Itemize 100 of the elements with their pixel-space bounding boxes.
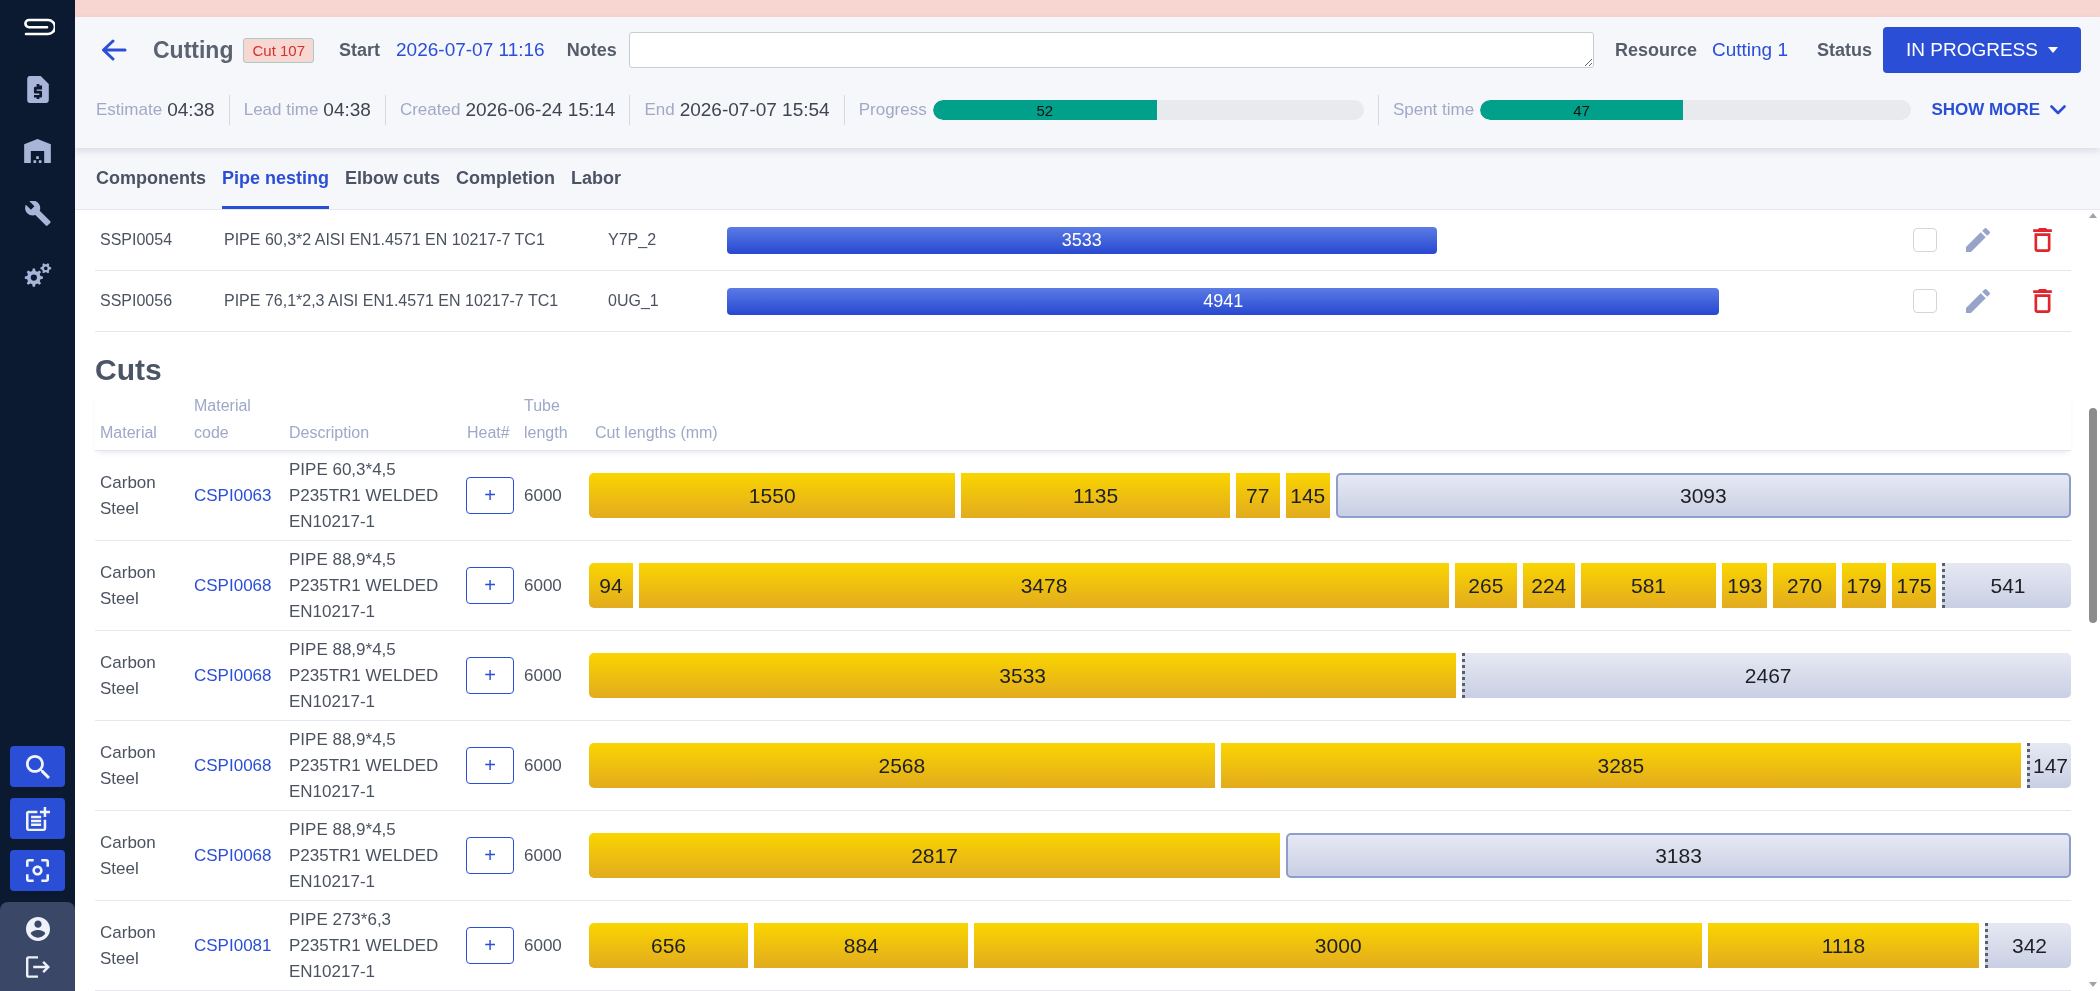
field-label: Notes <box>566 39 617 61</box>
cut-segment: 3000 <box>974 923 1702 968</box>
material-code-link[interactable]: CSPI0068 <box>194 572 272 599</box>
material-name: Carbon Steel <box>100 651 156 700</box>
account-icon[interactable] <box>25 917 50 941</box>
pipe-description: PIPE 76,1*2,3 AISI EN1.4571 EN 10217-7 TC1 <box>224 292 559 310</box>
trash-icon[interactable] <box>2033 289 2052 313</box>
tab[interactable]: Components <box>96 148 206 209</box>
add-heat-button[interactable]: + <box>466 567 514 604</box>
tube-length: 6000 <box>524 484 562 507</box>
pipe-description: PIPE 273*6,3 P235TR1 WELDED EN10217-1 <box>289 908 440 983</box>
dollar-document-icon[interactable] <box>26 75 49 103</box>
progress-reading: 52 <box>1036 101 1054 119</box>
pipe-description: PIPE 88,9*4,5 P235TR1 WELDED EN10217-1 <box>289 638 440 713</box>
cut-segment: 145 <box>1285 473 1330 518</box>
cut-segment: 77 <box>1235 473 1280 518</box>
cut-segment: 581 <box>1580 563 1717 608</box>
material-code-link[interactable]: CSPI0081 <box>194 932 272 959</box>
offcut-segment: 541 <box>1942 563 2071 608</box>
caret-icon <box>2048 47 2058 53</box>
tube-length: 6000 <box>524 664 562 687</box>
job-badge: Cut 107 <box>243 37 314 63</box>
cut-segment: 3478 <box>639 563 1449 608</box>
material-code-link[interactable]: CSPI0068 <box>194 752 272 779</box>
cut-segment: 224 <box>1522 563 1575 608</box>
offcut-segment: 147 <box>2027 743 2071 788</box>
warehouse-icon[interactable] <box>24 139 51 163</box>
tab[interactable]: Pipe nesting <box>222 148 329 209</box>
resource-link[interactable]: Cutting 1 <box>1711 39 1788 61</box>
cut-segment: 94 <box>589 563 633 608</box>
remnant-segment: 3183 <box>1286 833 2071 878</box>
column-header: Tube length <box>524 396 569 443</box>
cut-segment: 3533 <box>589 653 1457 698</box>
arrow-left-icon[interactable] <box>100 39 127 61</box>
detail-label: Created <box>399 100 461 120</box>
add-heat-button[interactable]: + <box>466 927 514 964</box>
detail-value: 04:38 <box>167 99 215 121</box>
add-heat-button[interactable]: + <box>466 477 514 514</box>
row-checkbox[interactable] <box>1913 228 1937 252</box>
column-header: Description <box>289 423 370 443</box>
detail-label: Lead time <box>243 100 319 120</box>
scrollbar-thumb[interactable] <box>2088 408 2097 623</box>
start-date: 2026-07-07 11:16 <box>396 39 545 61</box>
page-title: Cutting <box>153 36 234 64</box>
material-code-link[interactable]: CSPI0063 <box>194 482 272 509</box>
material-name: Carbon Steel <box>100 471 156 520</box>
material-name: Carbon Steel <box>100 921 156 970</box>
trash-icon[interactable] <box>2033 228 2052 252</box>
cut-segment: 265 <box>1455 563 1517 608</box>
field-label: Resource <box>1614 39 1697 61</box>
column-header: Cut lengths (mm) <box>595 423 718 443</box>
field-label: Status <box>1817 39 1872 61</box>
new-note-button[interactable] <box>10 798 65 839</box>
length-bar: 4941 <box>727 287 1720 315</box>
add-heat-button[interactable]: + <box>466 657 514 694</box>
scan-icon <box>26 859 49 882</box>
cut-segment: 656 <box>589 923 749 968</box>
document-plus-icon <box>25 806 50 831</box>
add-heat-button[interactable]: + <box>466 837 514 874</box>
material-code-link[interactable]: CSPI0068 <box>194 662 272 689</box>
logout-icon[interactable] <box>25 956 50 978</box>
chevron-down-icon <box>2050 105 2066 115</box>
status-dropdown[interactable]: IN PROGRESS <box>1883 27 2081 73</box>
cut-segment: 884 <box>754 923 969 968</box>
tab[interactable]: Elbow cuts <box>345 148 441 209</box>
tab[interactable]: Completion <box>456 148 556 209</box>
gears-icon[interactable] <box>23 262 52 288</box>
notes-field[interactable] <box>628 32 1594 68</box>
pipe-description: PIPE 88,9*4,5 P235TR1 WELDED EN10217-1 <box>289 818 440 893</box>
detail-value: 04:38 <box>323 99 371 121</box>
cut-segment: 270 <box>1773 563 1836 608</box>
material-code-link[interactable]: CSPI0068 <box>194 842 272 869</box>
detail-value: 2026-06-24 15:14 <box>465 99 616 121</box>
cut-segment: 179 <box>1842 563 1886 608</box>
section-title: Cuts <box>95 352 162 388</box>
row-checkbox[interactable] <box>1913 289 1937 313</box>
detail-label: Estimate <box>96 100 163 120</box>
cut-segment: 1135 <box>961 473 1230 518</box>
heat-number: 0UG_1 <box>608 292 659 310</box>
tab[interactable]: Labor <box>571 148 622 209</box>
cut-segment: 1118 <box>1707 923 1980 968</box>
detail-label: End <box>644 100 675 120</box>
material-name: Carbon Steel <box>100 561 156 610</box>
show-more-button[interactable]: SHOW MORE <box>1931 100 2066 120</box>
pipe-code: SSPI0054 <box>100 231 173 249</box>
tube-length: 6000 <box>524 934 562 957</box>
column-header: Material <box>100 423 157 443</box>
scan-button[interactable] <box>10 850 65 891</box>
wrench-icon[interactable] <box>24 200 51 226</box>
cut-segment: 175 <box>1892 563 1936 608</box>
offcut-segment: 2467 <box>1462 653 2071 698</box>
search-button[interactable] <box>10 746 65 787</box>
heat-number: Y7P_2 <box>608 231 657 249</box>
add-heat-button[interactable]: + <box>466 747 514 784</box>
cut-segment: 2817 <box>589 833 1281 878</box>
cut-segment: 3285 <box>1220 743 2021 788</box>
cut-segment: 193 <box>1722 563 1768 608</box>
detail-value: 2026-07-07 15:54 <box>679 99 830 121</box>
tube-length: 6000 <box>524 574 562 597</box>
column-header: Material code <box>194 396 252 443</box>
